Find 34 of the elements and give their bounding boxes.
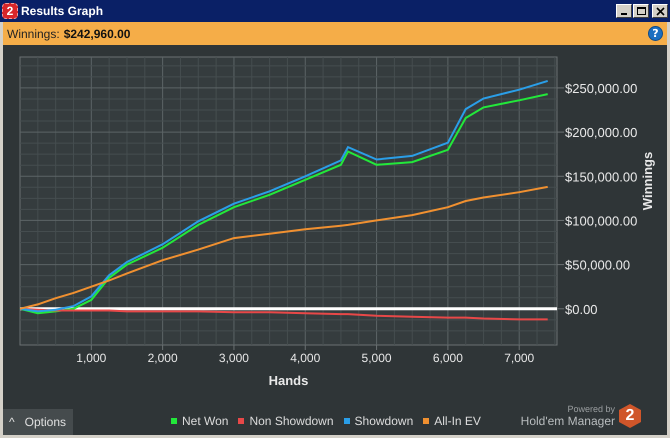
y-tick-label: $50,000.00: [565, 258, 630, 273]
legend-label: Non Showdown: [249, 414, 334, 428]
x-tick-label: 4,000: [290, 351, 320, 365]
x-axis-title: Hands: [268, 373, 308, 388]
close-icon: [656, 6, 664, 16]
legend-label: All-In EV: [434, 414, 481, 428]
close-button[interactable]: [652, 4, 668, 18]
x-tick-label: 2,000: [148, 351, 178, 365]
legend-label: Showdown: [354, 414, 414, 428]
winnings-label: Winnings:: [7, 26, 60, 40]
maximize-button[interactable]: [633, 4, 649, 18]
powered-by-text: Powered by: [567, 404, 615, 414]
x-tick-label: 6,000: [432, 351, 463, 365]
minimize-icon: [621, 13, 627, 15]
maximize-icon: [636, 6, 646, 16]
help-button[interactable]: ?: [648, 26, 663, 41]
y-tick-label: $250,000.00: [565, 80, 638, 96]
x-tick-label: 7,000: [504, 351, 534, 365]
app-icon: 2: [2, 3, 18, 19]
product-name: Hold'em Manager: [520, 414, 615, 428]
y-tick-label: $0.00: [565, 302, 598, 317]
winnings-value: $242,960.00: [64, 26, 130, 40]
logo: 2: [619, 404, 641, 428]
y-axis-title: Winnings: [640, 152, 655, 210]
x-tick-label: 3,000: [218, 351, 249, 365]
minimize-button[interactable]: [616, 4, 632, 18]
y-tick-label: $200,000.00: [565, 125, 638, 140]
y-tick-label: $100,000.00: [565, 213, 638, 228]
legend-label: Net Won: [182, 414, 228, 428]
y-tick-label: $150,000.00: [565, 169, 638, 184]
x-tick-label: 1,000: [76, 351, 106, 365]
x-tick-label: 5,000: [362, 351, 392, 365]
options-button[interactable]: ^ Options: [3, 409, 73, 435]
window-title: Results Graph: [21, 4, 104, 18]
